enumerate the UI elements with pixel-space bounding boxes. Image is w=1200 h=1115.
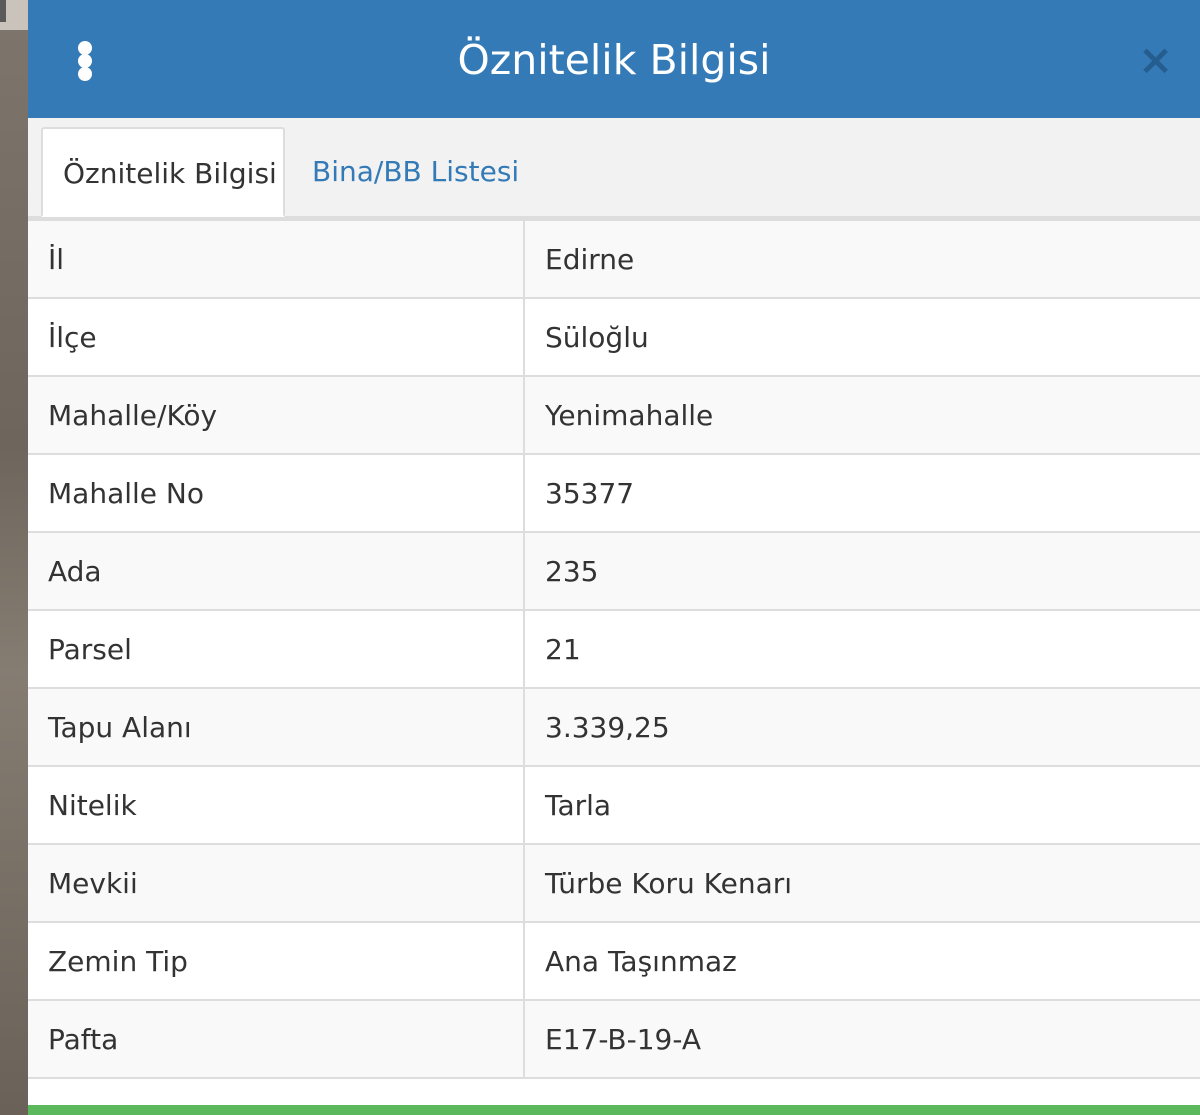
- attribute-label: Parsel: [28, 609, 525, 689]
- attribute-table: İl Edirne İlçe Süloğlu Mahalle/Köy Yenim…: [28, 219, 1200, 1079]
- tab-building-list[interactable]: Bina/BB Listesi: [292, 127, 552, 217]
- attribute-value: E17-B-19-A: [524, 999, 1200, 1079]
- attribute-value: Yenimahalle: [524, 375, 1200, 455]
- map-control-fragment: [0, 0, 6, 22]
- attribute-value: 21: [524, 609, 1200, 689]
- tab-bar: Öznitelik Bilgisi Bina/BB Listesi: [28, 118, 1200, 219]
- panel-title: Öznitelik Bilgisi: [457, 36, 771, 84]
- table-row: Zemin Tip Ana Taşınmaz: [28, 921, 1200, 1001]
- attribute-info-panel: Öznitelik Bilgisi × Öznitelik Bilgisi Bi…: [28, 0, 1200, 1115]
- attribute-label: Zemin Tip: [28, 921, 525, 1001]
- table-row: Mahalle No 35377: [28, 453, 1200, 533]
- attribute-label: Ada: [28, 531, 525, 611]
- attribute-value: 3.339,25: [524, 687, 1200, 767]
- table-row: Pafta E17-B-19-A: [28, 999, 1200, 1079]
- table-row: İl Edirne: [28, 219, 1200, 299]
- tab-attribute-info[interactable]: Öznitelik Bilgisi: [41, 127, 285, 217]
- attribute-value: Edirne: [524, 219, 1200, 299]
- attribute-label: İlçe: [28, 297, 525, 377]
- table-row: Nitelik Tarla: [28, 765, 1200, 845]
- table-row: Mahalle/Köy Yenimahalle: [28, 375, 1200, 455]
- attribute-value: Türbe Koru Kenarı: [524, 843, 1200, 923]
- attribute-label: Tapu Alanı: [28, 687, 525, 767]
- attribute-label: İl: [28, 219, 525, 299]
- table-row: Mevkii Türbe Koru Kenarı: [28, 843, 1200, 923]
- close-icon[interactable]: ×: [1138, 39, 1173, 81]
- footer-action-bar: [28, 1105, 1200, 1115]
- table-row: İlçe Süloğlu: [28, 297, 1200, 377]
- table-row: Ada 235: [28, 531, 1200, 611]
- map-background: [0, 0, 28, 1115]
- attribute-label: Nitelik: [28, 765, 525, 845]
- table-row: Parsel 21: [28, 609, 1200, 689]
- attribute-value: 35377: [524, 453, 1200, 533]
- attribute-label: Pafta: [28, 999, 525, 1079]
- attribute-value: Süloğlu: [524, 297, 1200, 377]
- panel-header: Öznitelik Bilgisi ×: [28, 0, 1200, 118]
- attribute-value: Tarla: [524, 765, 1200, 845]
- attribute-label: Mahalle No: [28, 453, 525, 533]
- attribute-value: 235: [524, 531, 1200, 611]
- attribute-value: Ana Taşınmaz: [524, 921, 1200, 1001]
- attribute-label: Mahalle/Köy: [28, 375, 525, 455]
- attribute-label: Mevkii: [28, 843, 525, 923]
- table-row: Tapu Alanı 3.339,25: [28, 687, 1200, 767]
